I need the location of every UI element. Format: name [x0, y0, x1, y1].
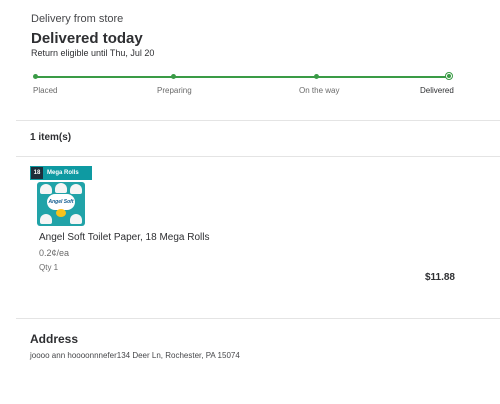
product-image[interactable]: 18 Mega Rolls Angel Soft [30, 166, 92, 228]
step-label-delivered: Delivered [420, 86, 454, 95]
section-divider [16, 318, 500, 319]
tracking-line [35, 76, 449, 78]
section-divider [16, 120, 500, 121]
step-label-placed: Placed [33, 86, 58, 95]
step-label-on-the-way: On the way [299, 86, 340, 95]
tracking-dot-on-the-way [314, 74, 319, 79]
product-name[interactable]: Angel Soft Toilet Paper, 18 Mega Rolls [39, 232, 209, 243]
address-title: Address [30, 332, 79, 346]
items-count: 1 item(s) [30, 132, 72, 143]
pack-brand-label: Angel Soft [47, 194, 75, 210]
address-text: joooo ann hoooonnnefer134 Deer Ln, Roche… [30, 351, 240, 360]
section-divider [16, 156, 500, 157]
return-eligibility-note: Return eligible until Thu, Jul 20 [31, 48, 155, 58]
delivery-source-label: Delivery from store [31, 13, 124, 25]
pack-sticker [56, 209, 66, 217]
badge-count: 18 [31, 167, 43, 179]
delivery-status-title: Delivered today [31, 30, 143, 47]
tracking-dot-placed [33, 74, 38, 79]
unit-price: 0.2¢/ea [39, 248, 70, 258]
tracking-dot-delivered [445, 72, 453, 80]
quantity-label: Qty 1 [39, 263, 59, 272]
toilet-paper-pack-icon: Angel Soft [37, 182, 85, 226]
step-label-preparing: Preparing [157, 86, 192, 95]
mega-rolls-badge: 18 Mega Rolls [30, 166, 92, 180]
tracking-dot-preparing [171, 74, 176, 79]
item-price: $11.88 [424, 272, 455, 283]
badge-text: Mega Rolls [47, 170, 79, 176]
